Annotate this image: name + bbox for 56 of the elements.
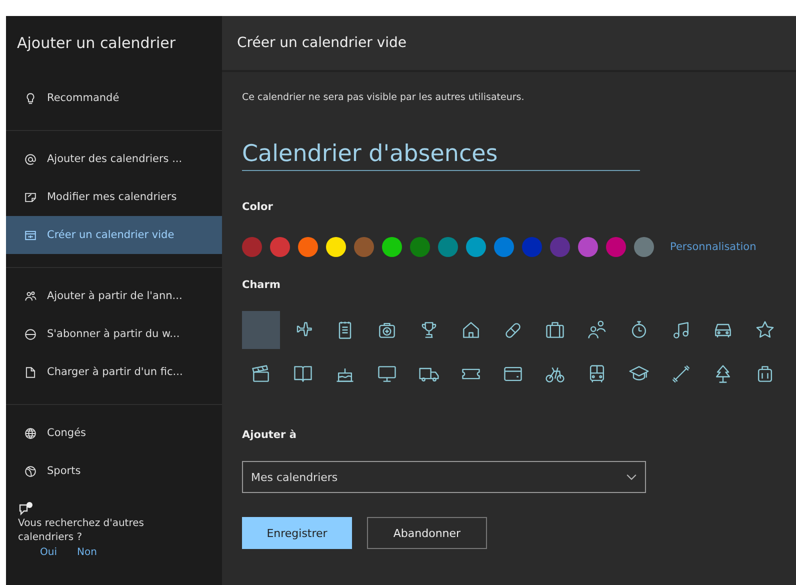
calendar-icon [24, 228, 37, 242]
book-icon [292, 363, 314, 385]
color-swatch[interactable] [550, 237, 570, 257]
sidebar-item[interactable]: Ajouter des calendriers ... [6, 140, 222, 178]
sidebar-item[interactable]: Modifier mes calendriers [6, 178, 222, 216]
color-swatch[interactable] [438, 237, 458, 257]
sidebar-item[interactable]: Sports [6, 452, 222, 490]
people-icon [586, 319, 608, 341]
clapper-icon [250, 363, 272, 385]
answer-link[interactable]: Oui [40, 547, 57, 558]
section-label: Charm [242, 279, 280, 291]
answer-link[interactable]: Non [77, 547, 97, 558]
sidebar-item[interactable]: Recommandé [6, 79, 222, 117]
color-swatch[interactable] [494, 237, 514, 257]
at-icon [24, 152, 37, 166]
sidebar-item[interactable]: Ajouter à partir de l'ann... [6, 277, 222, 315]
color-swatch[interactable] [522, 237, 542, 257]
color-swatch[interactable] [298, 237, 318, 257]
briefcase-icon [544, 319, 566, 341]
name-field[interactable]: Calendrier d'absences [242, 137, 640, 171]
bulb-icon [24, 92, 37, 104]
info-text: Ce calendrier ne sera pas visible par les autres utilisateurs. [242, 92, 524, 103]
chat-icon [18, 501, 34, 517]
file-icon [24, 366, 37, 378]
sidebar-item[interactable]: S'abonner à partir du w... [6, 315, 222, 353]
color-swatch[interactable] [606, 237, 626, 257]
sidebar-item[interactable]: Congés [6, 414, 222, 452]
section-label: Color [242, 201, 273, 213]
section-label: Ajouter à [242, 429, 296, 441]
sidebar-item[interactable]: Charger à partir d'un fic... [6, 353, 222, 391]
chevron-down-icon [626, 474, 637, 480]
feedback-question: Vous recherchez d'autres calendriers ? [18, 517, 145, 545]
monitor-icon [376, 363, 398, 385]
color-swatch[interactable] [354, 237, 374, 257]
cancel-button[interactable]: Abandonner [367, 517, 487, 549]
dialog-title: Créer un calendrier vide [237, 35, 407, 51]
panel-title: Ajouter un calendrier [17, 34, 176, 52]
dumbbell-icon [670, 363, 692, 385]
color-swatch[interactable] [578, 237, 598, 257]
color-swatch[interactable] [270, 237, 290, 257]
save-button[interactable]: Enregistrer [242, 517, 352, 549]
color-swatch[interactable] [242, 237, 262, 257]
globe-icon [24, 426, 37, 440]
color-swatch[interactable] [410, 237, 430, 257]
color-swatch[interactable] [634, 237, 654, 257]
sidebar-item[interactable]: Créer un calendrier vide [6, 216, 222, 254]
customize-link[interactable]: Personnalisation [670, 241, 756, 253]
house-icon [460, 319, 482, 341]
calendar-dropdown[interactable]: Mes calendriers [242, 461, 646, 493]
color-swatch[interactable] [326, 237, 346, 257]
minus-circle-icon [24, 328, 37, 340]
color-swatch[interactable] [382, 237, 402, 257]
edit-icon [24, 190, 37, 204]
people-icon [24, 290, 37, 302]
color-swatch[interactable] [466, 237, 486, 257]
ball-icon [24, 464, 37, 478]
